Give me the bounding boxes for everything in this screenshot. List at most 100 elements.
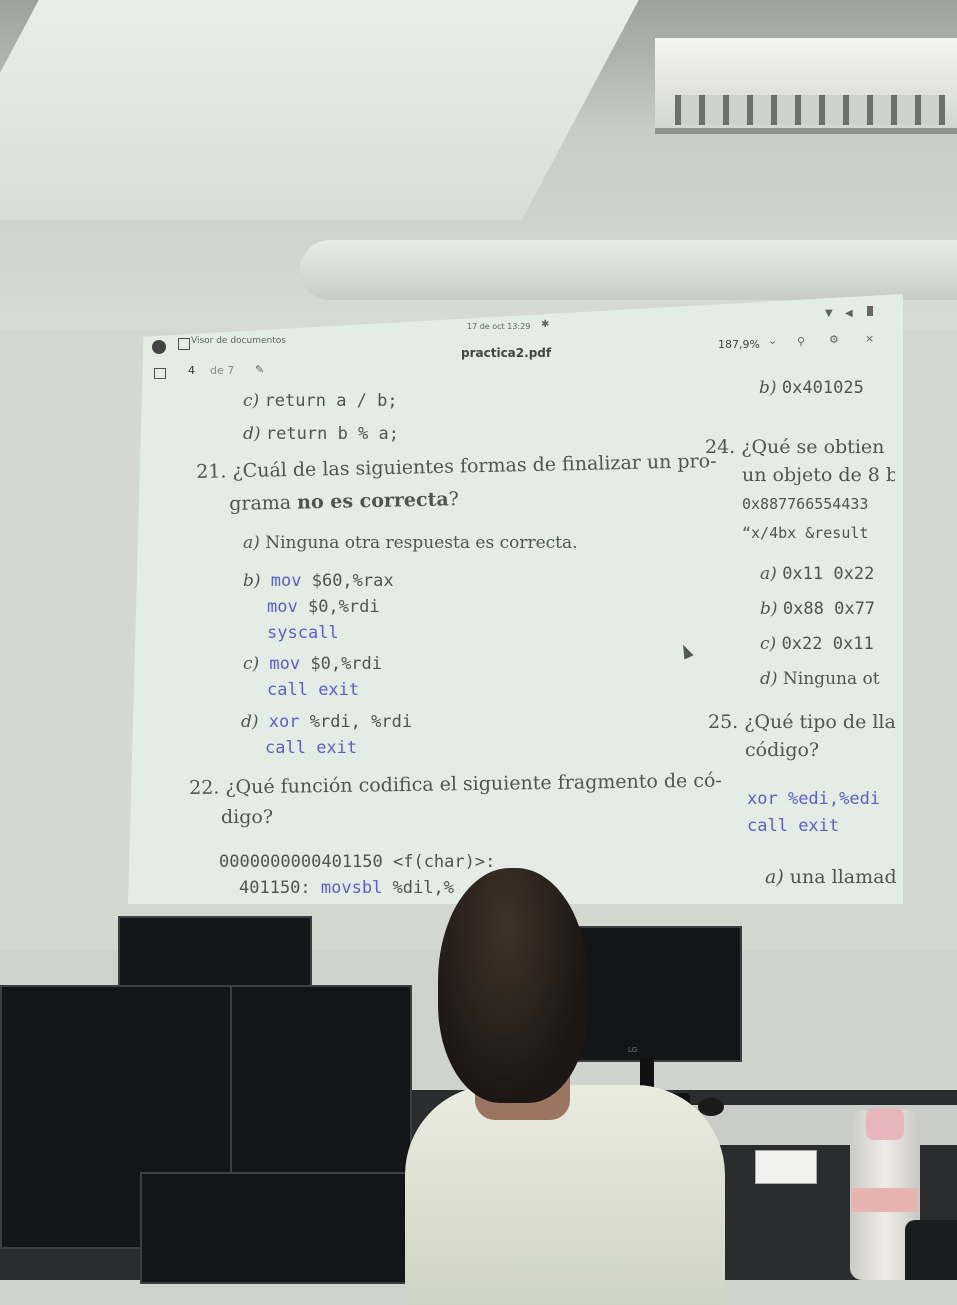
document-title: practica2.pdf [461,346,552,360]
code-address: 401150: [239,878,311,898]
asm-mnemonic: mov [269,654,301,674]
question-gdb-command: “x/4bx &result [742,524,869,542]
annotate-pencil-icon[interactable]: ✎ [255,363,264,376]
option-c-prev: c) return a / b; [243,391,398,411]
asm-operands: $0,%rdi [297,597,380,617]
chevron-down-icon[interactable]: ⌄ [768,334,777,347]
accessibility-icon: ✱ [541,319,550,330]
water-bottle-cap [866,1108,904,1140]
app-menu-icon[interactable] [152,340,166,354]
option-code: 0x401025 [781,378,864,398]
question-text-line1: ¿Qué se obtien [741,436,885,458]
option-text: 0x11 0x22 [782,564,875,584]
water-bottle-band [852,1188,918,1212]
ceiling-light-grille [675,95,945,125]
option-letter: c) [243,654,260,674]
asm-operands: $60,%rax [301,571,394,591]
app-name: Visor de documentos [191,336,286,346]
asm-operands: %edi,%edi [777,789,881,809]
asm-mnemonic: movsbl [320,878,383,898]
question-emphasis: no es correcta [296,488,449,514]
option-letter: d) [241,712,259,732]
page-total: de 7 [210,364,235,377]
asm-mnemonic: mov [267,597,298,617]
question-text: grama [229,491,298,515]
person-head [438,868,588,1103]
computer-mouse [698,1098,724,1116]
question-number: 24. [705,436,736,458]
document-viewer-toolbar: Visor de documentos 17 de oct 13:29 ✱ ▼ … [145,306,900,379]
option-text: Ninguna otra respuesta es correcta. [265,533,578,553]
asm-mnemonic: xor [747,789,778,809]
asm-mnemonic: xor [268,712,300,732]
sidebar-toggle-icon[interactable] [154,368,166,379]
gear-icon[interactable]: ⚙ [829,333,839,346]
option-letter: a) [243,533,260,553]
asm-operands: %rdi, %rdi [299,712,413,732]
clock: 17 de oct 13:29 [467,322,531,331]
q22-code: 0000000000401150 <f(char)>: 401150: movs… [219,849,495,901]
question-25: 25. ¿Qué tipo de lla código? [708,708,896,764]
option-letter: a) [765,866,784,888]
power-socket [755,1150,817,1184]
option-letter: c) [243,391,260,411]
question-text-line2: código? [745,739,820,761]
option-code: return a / b; [264,391,398,411]
asm-operands: exit [305,738,358,758]
page-number-input[interactable]: 4 [188,364,195,377]
asm-operands: %dil,% [382,878,454,898]
question-number: 22. [189,776,220,799]
q21-option-a: a) Ninguna otra respuesta es correcta. [243,533,578,553]
option-letter: b) [759,378,777,398]
option-text: 0x22 0x11 [781,634,874,654]
asm-mnemonic: call [267,680,308,700]
ceiling-duct [300,240,957,300]
option-letter: b) [760,599,778,619]
q21-option-b: b) mov $60,%rax mov $0,%rdi syscall [243,568,394,646]
wifi-icon: ▼ [825,308,833,319]
search-icon[interactable]: ⚲ [797,335,805,348]
asm-operands: exit [307,680,360,700]
person-shirt [405,1085,725,1305]
monitor-brand: LG [628,1046,638,1054]
q25-code: xor %edi,%edi call exit [747,786,897,840]
option-b-prev: b) 0x401025 [759,378,864,398]
question-text-line2: digo? [221,806,274,828]
asm-mnemonic: syscall [267,623,339,643]
question-text-line1: ¿Qué tipo de lla [744,711,896,733]
asm-operands: exit [787,816,840,836]
battery-icon [867,306,873,316]
question-text: ? [448,488,460,511]
code-label: 0000000000401150 <f(char)>: [219,852,496,872]
option-text: 0x88 0x77 [782,599,876,619]
question-hex-value: 0x887766554433 [742,495,869,513]
option-text: una llamad [789,866,897,888]
q21-option-c: c) mov $0,%rdi call exit [243,651,382,703]
option-code: return b % a; [265,424,399,444]
q25-option-a: a) una llamad [765,866,900,888]
question-24: 24. ¿Qué se obtien un objeto de 8 b 0x88… [705,433,895,547]
option-letter: b) [243,571,261,591]
q21-option-d: d) xor %rdi, %rdi call exit [241,709,412,761]
volume-icon: ◀ [845,308,853,319]
asm-mnemonic: call [747,816,788,836]
question-22-line2: digo? [221,806,273,828]
option-letter: a) [760,564,777,584]
option-d-prev: d) return b % a; [243,424,399,444]
q24-options: a) 0x11 0x22 b) 0x88 0x77 c) 0x22 0x11 d… [760,557,896,697]
close-icon[interactable]: × [865,332,874,345]
asm-mnemonic: mov [270,571,302,591]
monitor-back-center [230,985,412,1189]
asm-operands: $0,%rdi [300,654,383,674]
chair-back-right [905,1220,957,1280]
option-letter: d) [760,669,778,689]
option-letter: d) [243,424,261,444]
question-number: 25. [708,711,739,733]
question-number: 21. [196,460,227,483]
zoom-level-dropdown[interactable]: 187,9% [718,338,760,351]
option-letter: c) [760,634,777,654]
option-text: Ninguna ot [782,669,880,689]
question-text-line2: un objeto de 8 b [742,464,895,486]
document-viewer-icon [178,338,190,350]
asm-mnemonic: call [265,738,306,758]
